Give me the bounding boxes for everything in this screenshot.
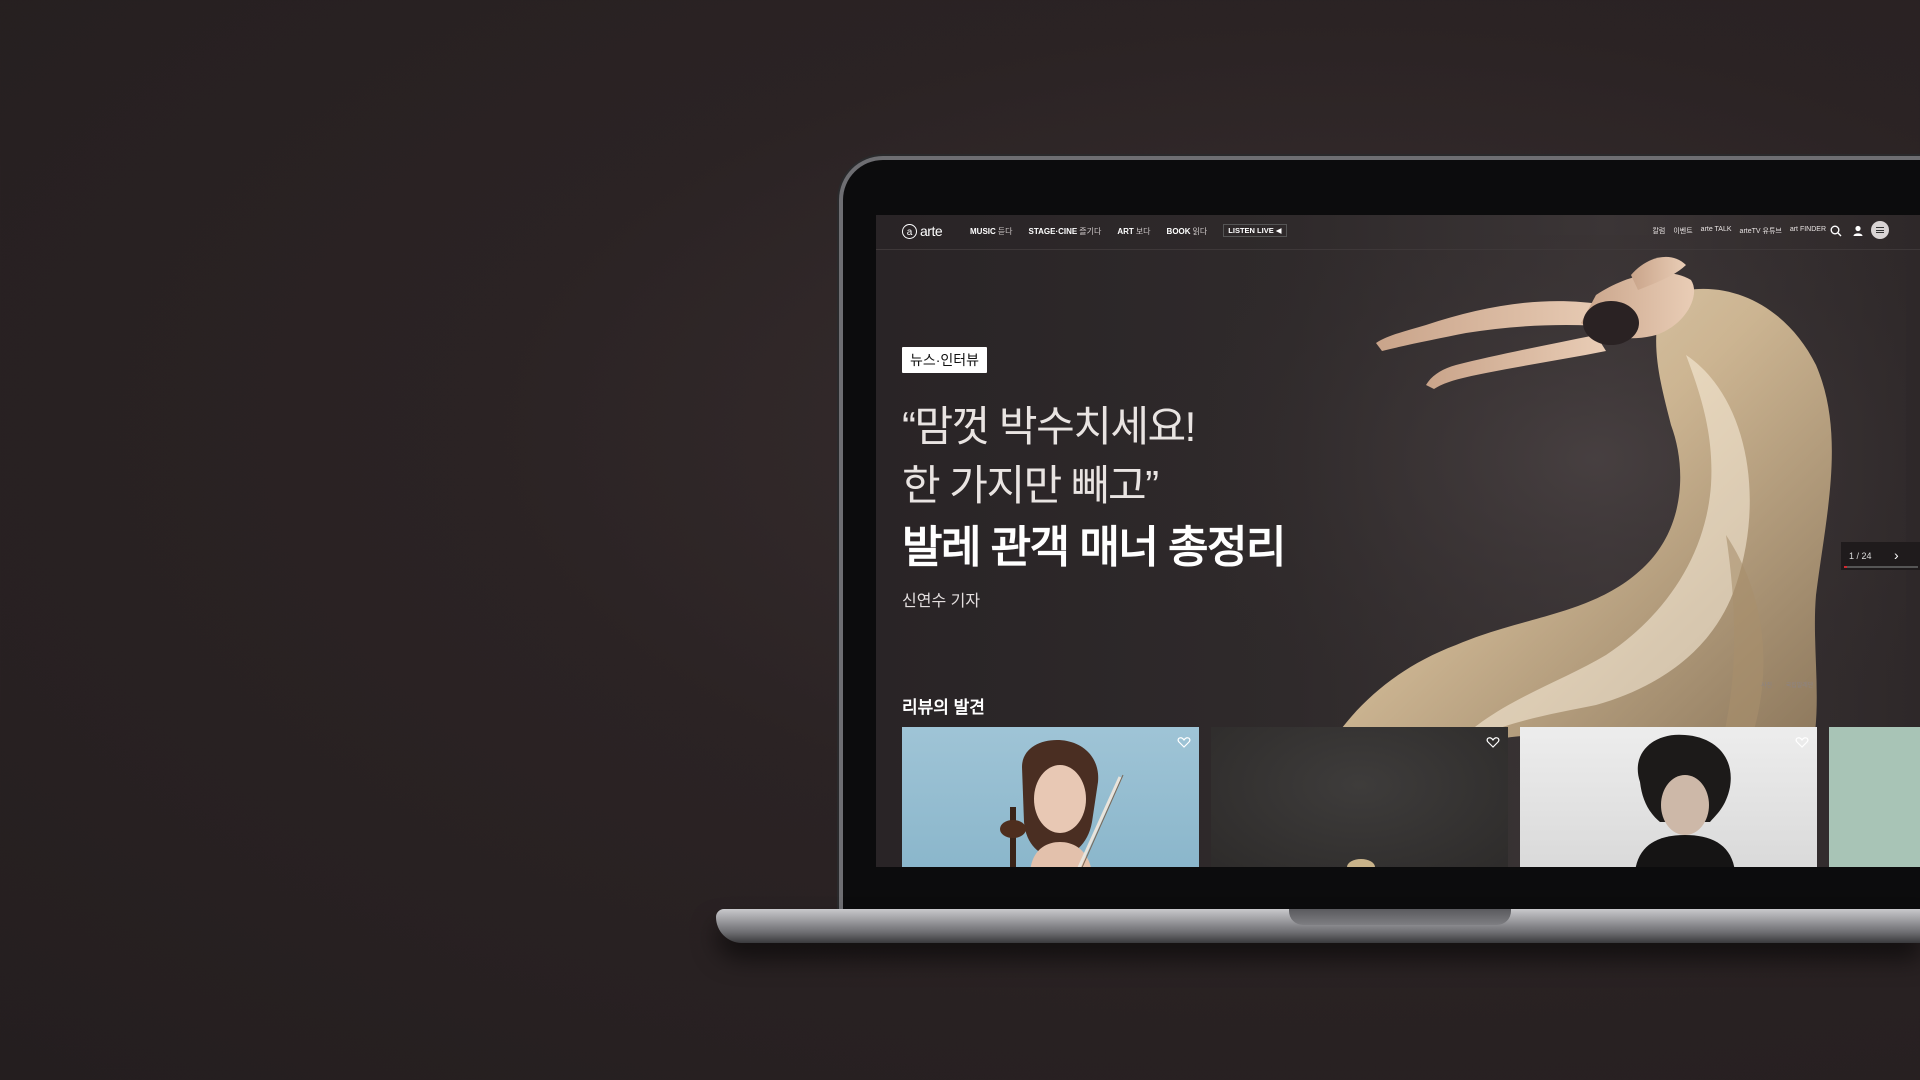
- top-navbar: a arte MUSIC 듣다 STAGE·CINE 즐기다 ART 보다 BOOK 읽…: [876, 215, 1920, 250]
- nav-item-art[interactable]: ART 보다: [1117, 226, 1150, 237]
- user-icon[interactable]: [1851, 224, 1865, 238]
- nav-item-stage-cine[interactable]: STAGE·CINE 즐기다: [1029, 226, 1102, 237]
- headline-line-3[interactable]: 발레 관객 매너 총정리: [902, 511, 1287, 575]
- review-card[interactable]: [902, 727, 1199, 867]
- heart-icon[interactable]: [1486, 735, 1500, 749]
- section-title: 리뷰의 발견: [902, 698, 985, 717]
- laptop-notch: [1289, 909, 1511, 925]
- photo-credit: 사진 국립발레단: [1761, 683, 1814, 689]
- card-image-dark-texture: [1347, 859, 1375, 867]
- chevron-right-icon[interactable]: ›: [1894, 547, 1899, 563]
- secondary-nav: 칼럼 이벤트 arte TALK arteTV 유튜브 art FINDER: [1652, 226, 1826, 236]
- headline-line-1[interactable]: “맘껏 박수치세요!: [902, 393, 1196, 454]
- heart-icon[interactable]: [1177, 735, 1191, 749]
- review-card[interactable]: [1829, 727, 1920, 867]
- headline-line-2[interactable]: 한 가지만 빼고”: [902, 452, 1159, 513]
- card-image-pianist: [1635, 734, 1735, 867]
- nav-link-arte-talk[interactable]: arte TALK: [1701, 226, 1732, 236]
- review-card[interactable]: [1211, 727, 1508, 867]
- card-image-violinist: [1000, 740, 1124, 867]
- author-byline: 신연수 기자: [902, 593, 981, 610]
- nav-item-book[interactable]: BOOK 읽다: [1167, 226, 1208, 237]
- review-card[interactable]: [1520, 727, 1817, 867]
- heart-icon[interactable]: [1795, 735, 1809, 749]
- hamburger-menu-icon[interactable]: [1871, 221, 1889, 239]
- nav-link-art-finder[interactable]: art FINDER: [1790, 226, 1826, 236]
- nav-link-artetv-youtube[interactable]: arteTV 유튜브: [1740, 226, 1782, 236]
- main-nav: MUSIC 듣다 STAGE·CINE 즐기다 ART 보다 BOOK 읽다 LISTE…: [970, 224, 1287, 237]
- search-icon[interactable]: [1829, 224, 1843, 238]
- website-screen: a arte MUSIC 듣다 STAGE·CINE 즐기다 ART 보다 BOOK 읽…: [876, 215, 1920, 867]
- listen-live-button[interactable]: LISTEN LIVE ◀: [1223, 224, 1287, 237]
- slide-counter: 1 / 24: [1849, 551, 1872, 561]
- nav-item-music[interactable]: MUSIC 듣다: [970, 226, 1013, 237]
- logo-mark-icon: a: [902, 223, 917, 239]
- nav-link-column[interactable]: 칼럼: [1652, 226, 1665, 236]
- site-logo[interactable]: a arte: [902, 223, 943, 239]
- slide-progress-fill: [1844, 566, 1848, 568]
- logo-text: arte: [920, 223, 943, 239]
- nav-link-event[interactable]: 이벤트: [1673, 226, 1692, 236]
- category-badge[interactable]: 뉴스·인터뷰: [902, 347, 988, 373]
- slide-pager: 1 / 24 ›: [1841, 542, 1920, 570]
- slide-progress-track: [1844, 566, 1918, 568]
